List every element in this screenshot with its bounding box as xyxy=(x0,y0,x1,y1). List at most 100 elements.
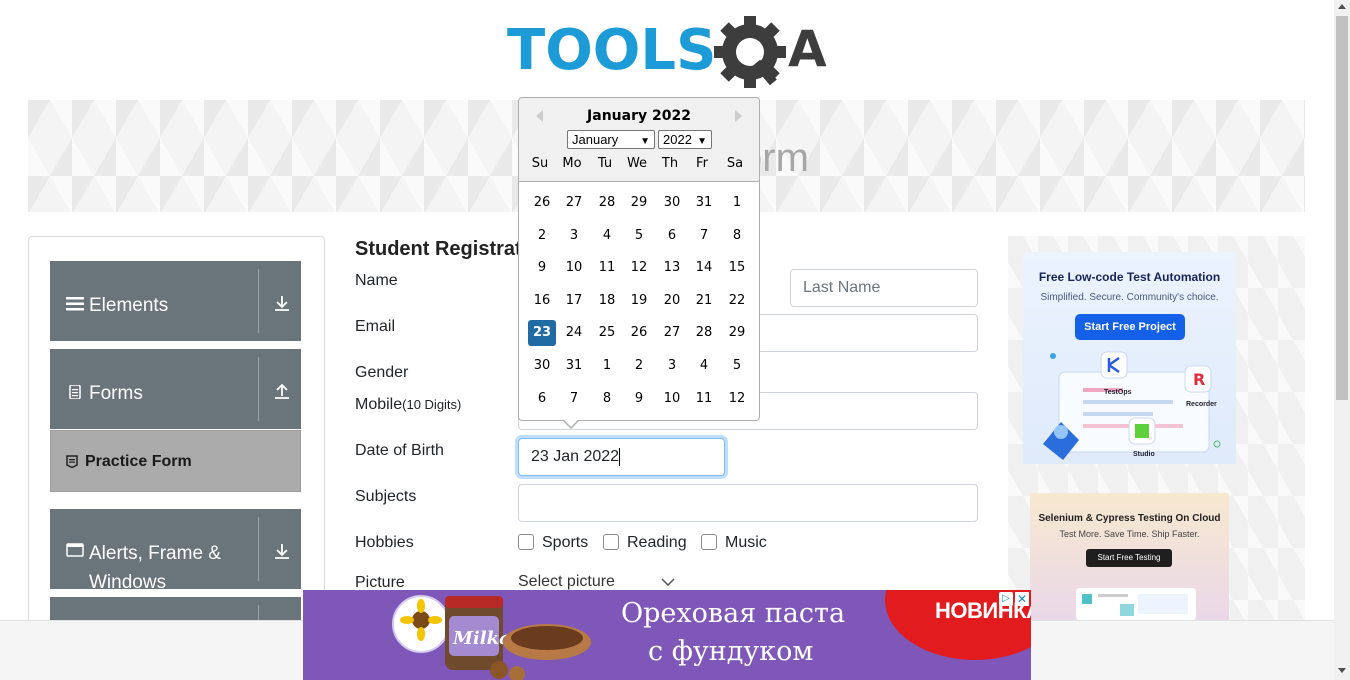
dob-value: 23 Jan 2022 xyxy=(531,448,620,465)
datepicker-day[interactable]: 17 xyxy=(560,288,588,314)
datepicker-day[interactable]: 30 xyxy=(658,190,686,216)
datepicker-day[interactable]: 13 xyxy=(658,255,686,281)
mobile-label: Mobile(10 Digits) xyxy=(355,396,461,414)
datepicker-day[interactable]: 2 xyxy=(528,223,556,249)
sports-checkbox[interactable] xyxy=(518,534,534,550)
start-free-testing-button[interactable]: Start Free Testing xyxy=(1086,549,1172,567)
start-free-project-button[interactable]: Start Free Project xyxy=(1075,314,1185,340)
datepicker-day[interactable]: 24 xyxy=(560,320,588,346)
sidebar-group-forms[interactable]: Forms xyxy=(50,349,301,429)
datepicker-day[interactable]: 5 xyxy=(723,353,751,379)
scrollbar-thumb[interactable] xyxy=(1336,16,1348,400)
datepicker-day[interactable]: 7 xyxy=(560,386,588,412)
ad-tag-recorder: Recorder xyxy=(1186,401,1217,408)
datepicker-day[interactable]: 12 xyxy=(625,255,653,281)
subjects-label: Subjects xyxy=(355,488,417,505)
datepicker-day[interactable]: 27 xyxy=(658,320,686,346)
datepicker-day[interactable]: 4 xyxy=(593,223,621,249)
datepicker-day[interactable]: 7 xyxy=(690,223,718,249)
ad-close-icon[interactable]: ✕ xyxy=(1015,592,1029,606)
datepicker-day[interactable]: 18 xyxy=(593,288,621,314)
datepicker-day[interactable]: 9 xyxy=(625,386,653,412)
year-select[interactable]: 2022 ▼ xyxy=(658,130,712,149)
sidebar-item-practice-form[interactable]: Practice Form xyxy=(50,430,301,492)
ad-headline-1: Ореховая паста xyxy=(621,598,846,629)
datepicker-day[interactable]: 1 xyxy=(593,353,621,379)
datepicker-day[interactable]: 16 xyxy=(528,288,556,314)
dob-label: Date of Birth xyxy=(355,442,444,459)
gender-label: Gender xyxy=(355,364,409,381)
milka-banner-ad[interactable]: Milka Ореховая паста с фундуком НОВИНКА … xyxy=(303,590,1031,680)
datepicker-day[interactable]: 26 xyxy=(528,190,556,216)
datepicker-day[interactable]: 20 xyxy=(658,288,686,314)
datepicker-day[interactable]: 10 xyxy=(658,386,686,412)
datepicker-day[interactable]: 1 xyxy=(723,190,751,216)
datepicker-day[interactable]: 25 xyxy=(593,320,621,346)
datepicker-day[interactable]: 3 xyxy=(658,353,686,379)
subjects-input[interactable] xyxy=(518,484,978,522)
datepicker-day[interactable]: 12 xyxy=(723,386,751,412)
datepicker-day-selected[interactable]: 23 xyxy=(528,320,556,347)
datepicker-day[interactable]: 8 xyxy=(593,386,621,412)
next-month-icon[interactable] xyxy=(735,110,742,122)
reading-checkbox-label[interactable]: Reading xyxy=(627,534,687,552)
select-picture-text: Select picture xyxy=(518,573,615,590)
scroll-up-arrow-icon[interactable] xyxy=(1338,4,1346,9)
hamburger-icon xyxy=(66,297,84,311)
window-icon xyxy=(66,543,84,557)
datepicker-day[interactable]: 27 xyxy=(560,190,588,216)
ad-headline-2: с фундуком xyxy=(648,636,814,667)
datepicker-day[interactable]: 29 xyxy=(723,320,751,346)
datepicker-day[interactable]: 15 xyxy=(723,255,751,281)
datepicker-day[interactable]: 31 xyxy=(560,353,588,379)
datepicker-day[interactable]: 14 xyxy=(690,255,718,281)
toolsqa-logo[interactable]: TOOLS A xyxy=(507,14,832,92)
datepicker-day[interactable]: 28 xyxy=(690,320,718,346)
month-select[interactable]: January ▼ xyxy=(567,130,655,149)
datepicker-day[interactable]: 10 xyxy=(560,255,588,281)
sidebar-group-label: Elements xyxy=(89,295,169,316)
ad-info-icon[interactable]: ▷ xyxy=(999,592,1013,606)
datepicker-day[interactable]: 9 xyxy=(528,255,556,281)
datepicker-day[interactable]: 6 xyxy=(528,386,556,412)
datepicker-day[interactable]: 3 xyxy=(560,223,588,249)
datepicker-day[interactable]: 8 xyxy=(723,223,751,249)
datepicker-day[interactable]: 5 xyxy=(625,223,653,249)
sidebar-group-elements[interactable]: Elements xyxy=(50,261,301,341)
datepicker-day[interactable]: 2 xyxy=(625,353,653,379)
download-arrow-icon[interactable] xyxy=(273,542,291,560)
sports-checkbox-label[interactable]: Sports xyxy=(542,534,588,552)
reading-checkbox[interactable] xyxy=(603,534,619,550)
datepicker-day[interactable]: 4 xyxy=(690,353,718,379)
datepicker-day[interactable]: 22 xyxy=(723,288,751,314)
datepicker-day[interactable]: 29 xyxy=(625,190,653,216)
music-checkbox-label[interactable]: Music xyxy=(725,534,767,552)
divider xyxy=(258,269,259,333)
datepicker-day[interactable]: 31 xyxy=(690,190,718,216)
datepicker-day[interactable]: 28 xyxy=(593,190,621,216)
last-name-input[interactable]: Last Name xyxy=(790,269,978,307)
scroll-down-arrow-icon[interactable] xyxy=(1338,668,1346,673)
datepicker-day[interactable]: 19 xyxy=(625,288,653,314)
chevron-down-icon xyxy=(661,578,675,586)
datepicker-day[interactable]: 6 xyxy=(658,223,686,249)
date-of-birth-input[interactable]: 23 Jan 2022 xyxy=(518,438,725,476)
datepicker-day[interactable]: 11 xyxy=(690,386,718,412)
datepicker-day[interactable]: 30 xyxy=(528,353,556,379)
ad-katalon[interactable]: Free Low-code Test Automation Simplified… xyxy=(1023,252,1236,464)
datepicker-day[interactable]: 26 xyxy=(625,320,653,346)
upload-arrow-icon[interactable] xyxy=(273,382,291,400)
music-checkbox[interactable] xyxy=(701,534,717,550)
download-arrow-icon[interactable] xyxy=(273,294,291,312)
select-picture-dropdown[interactable]: Select picture xyxy=(518,573,675,591)
ad-title: Selenium & Cypress Testing On Cloud xyxy=(1038,513,1221,524)
ad-subtitle: Test More. Save Time. Ship Faster. xyxy=(1059,529,1200,539)
chevron-down-icon: ▼ xyxy=(640,136,650,147)
datepicker-day[interactable]: 21 xyxy=(690,288,718,314)
datepicker-popup: January 2022 January ▼ 2022 ▼ Su Mo Tu We Th Fr… xyxy=(518,97,760,429)
datepicker-day[interactable]: 11 xyxy=(593,255,621,281)
sidebar-group-alerts[interactable]: Alerts, Frame & Windows xyxy=(50,509,301,593)
sidebar-group-next[interactable] xyxy=(50,597,301,620)
ad-lambdatest[interactable]: Selenium & Cypress Testing On Cloud Test… xyxy=(1030,493,1229,620)
document-icon xyxy=(69,385,81,399)
